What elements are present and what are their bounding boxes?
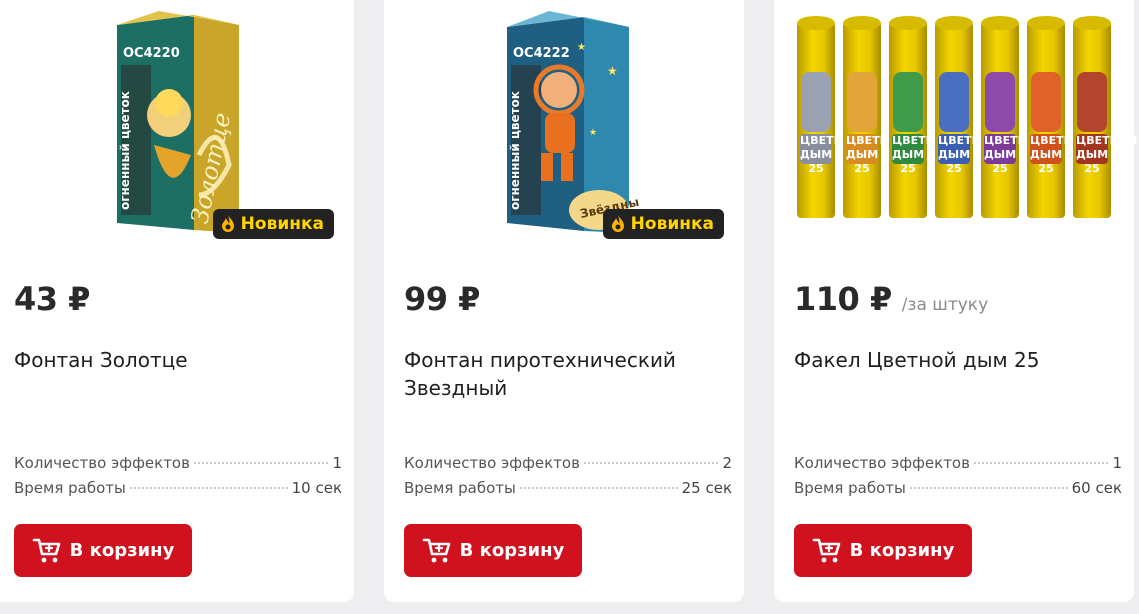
product-image[interactable]: ★ ★ ★ ОС4222 огненный цветок Звёздный [404, 0, 724, 240]
cart-button-label: В корзину [69, 540, 175, 561]
smoke-torches-image: ЦВЕТНОЙ ДЫМ 25 ЦВЕТНОЙ ДЫМ 25 ЦВЕТНОЙ ДЫ… [797, 16, 1137, 218]
svg-text:огненный цветок: огненный цветок [508, 91, 522, 210]
badge-label: Новинка [630, 214, 714, 234]
spec-label: Количество эффектов [14, 454, 190, 472]
cart-button-label: В корзину [849, 540, 955, 561]
spec-dots [129, 487, 288, 489]
product-image[interactable]: ОС4220 огненный цветок Золотце [14, 0, 334, 240]
price: 110 ₽ [794, 280, 892, 318]
cart-icon [422, 538, 450, 562]
torch-tube: ЦВЕТНОЙ ДЫМ 25 [981, 16, 1045, 218]
svg-text:★: ★ [577, 42, 586, 53]
spec-dots [519, 487, 678, 489]
torch-tube: ЦВЕТНОЙ ДЫМ 25 [843, 16, 907, 218]
specs-list: Количество эффектов 2 Время работы 25 се… [404, 454, 732, 504]
product-title[interactable]: Фонтан пиротехнический Звездный [404, 346, 724, 402]
add-to-cart-button[interactable]: В корзину [794, 524, 972, 577]
specs-list: Количество эффектов 1 Время работы 60 се… [794, 454, 1122, 504]
cart-icon [812, 538, 840, 562]
cart-button-label: В корзину [459, 540, 565, 561]
add-to-cart-button[interactable]: В корзину [404, 524, 582, 577]
price: 99 ₽ [404, 280, 480, 318]
badge-label: Новинка [240, 214, 324, 234]
cart-icon [32, 538, 60, 562]
spec-row: Время работы 25 сек [404, 479, 732, 504]
product-grid: ОС4220 огненный цветок Золотце Новинка 4… [0, 0, 1139, 614]
spec-row: Количество эффектов 1 [794, 454, 1122, 479]
new-badge: Новинка [602, 209, 724, 239]
torch-tube: ЦВЕТНОЙ ДЫМ 25 [935, 16, 999, 218]
spec-label: Время работы [794, 479, 906, 497]
spec-row: Количество эффектов 2 [404, 454, 732, 479]
flame-icon [221, 215, 234, 232]
flame-icon [611, 215, 624, 232]
spec-dots [583, 462, 719, 464]
spec-dots [193, 462, 329, 464]
spec-row: Количество эффектов 1 [14, 454, 342, 479]
price-row: 43 ₽ [14, 280, 100, 318]
spec-value: 10 сек [291, 479, 342, 497]
specs-list: Количество эффектов 1 Время работы 10 се… [14, 454, 342, 504]
spec-label: Время работы [14, 479, 126, 497]
svg-text:ОС4222: ОС4222 [513, 46, 570, 61]
torch-tube: ЦВЕТНОЙ ДЫМ 25 [797, 16, 861, 218]
spec-value: 1 [332, 454, 342, 472]
torch-tube: ЦВЕТНОЙ ДЫМ 25 [1027, 16, 1091, 218]
product-card[interactable]: ЦВЕТНОЙ ДЫМ 25 ЦВЕТНОЙ ДЫМ 25 ЦВЕТНОЙ ДЫ… [774, 0, 1137, 602]
product-title[interactable]: Факел Цветной дым 25 [794, 346, 1114, 374]
product-card[interactable]: ★ ★ ★ ОС4222 огненный цветок Звёздный Но… [384, 0, 744, 602]
spec-label: Количество эффектов [794, 454, 970, 472]
product-card[interactable]: ОС4220 огненный цветок Золотце Новинка 4… [0, 0, 354, 602]
spec-label: Количество эффектов [404, 454, 580, 472]
spec-dots [973, 462, 1109, 464]
svg-text:огненный цветок: огненный цветок [118, 91, 132, 210]
price: 43 ₽ [14, 280, 90, 318]
spec-row: Время работы 60 сек [794, 479, 1122, 504]
spec-label: Время работы [404, 479, 516, 497]
spec-value: 60 сек [1071, 479, 1122, 497]
price-unit: /за штуку [901, 295, 989, 315]
spec-value: 2 [722, 454, 732, 472]
spec-value: 1 [1112, 454, 1122, 472]
spec-value: 25 сек [681, 479, 732, 497]
svg-text:★: ★ [589, 128, 597, 138]
price-row: 99 ₽ [404, 280, 490, 318]
product-image[interactable]: ЦВЕТНОЙ ДЫМ 25 ЦВЕТНОЙ ДЫМ 25 ЦВЕТНОЙ ДЫ… [794, 0, 1137, 240]
add-to-cart-button[interactable]: В корзину [14, 524, 192, 577]
fountain-box-image: ★ ★ ★ ОС4222 огненный цветок Звёздный [507, 11, 639, 233]
fountain-box-image: ОС4220 огненный цветок Золотце [117, 11, 239, 233]
product-title[interactable]: Фонтан Золотце [14, 346, 334, 374]
svg-text:ОС4220: ОС4220 [123, 46, 180, 61]
torch-tube: ЦВЕТНОЙ ДЫМ 25 [889, 16, 953, 218]
svg-text:★: ★ [607, 64, 618, 78]
spec-row: Время работы 10 сек [14, 479, 342, 504]
price-row: 110 ₽ /за штуку [794, 280, 988, 318]
spec-dots [909, 487, 1068, 489]
torch-tube: ЦВЕТНОЙ ДЫМ 25 [1073, 16, 1137, 218]
new-badge: Новинка [212, 209, 334, 239]
